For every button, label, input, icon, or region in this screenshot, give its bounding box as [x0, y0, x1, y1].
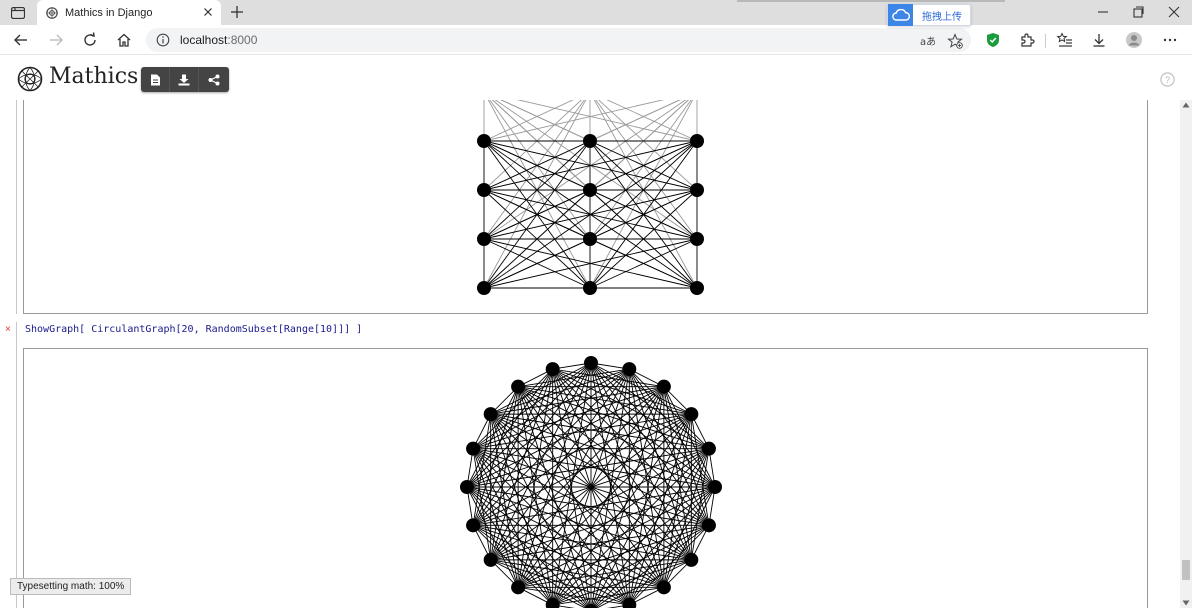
- tab-actions-icon[interactable]: [6, 3, 30, 23]
- tab-title: Mathics in Django: [65, 6, 153, 19]
- graph-vertex: [684, 552, 699, 567]
- graph-vertex: [583, 232, 597, 246]
- favorite-icon[interactable]: [947, 33, 963, 49]
- notebook-toolbar: [141, 67, 229, 92]
- toolbar-divider: [1045, 34, 1046, 48]
- graph-vertex: [708, 480, 722, 494]
- profile-icon[interactable]: [1125, 31, 1143, 49]
- url-text: localhost:8000: [180, 33, 258, 47]
- document-icon: [150, 74, 160, 85]
- graph-vertex: [690, 281, 704, 295]
- page-scrollbar[interactable]: [1180, 100, 1192, 608]
- graph-edge: [490, 413, 716, 488]
- share-button[interactable]: [199, 67, 228, 92]
- cloud-upload-label: 拖拽上传: [922, 11, 962, 23]
- download-icon: [178, 74, 190, 85]
- help-icon[interactable]: ?: [1160, 72, 1175, 87]
- cloud-upload-icon: [888, 4, 913, 26]
- graph-output-grid: [23, 100, 1148, 314]
- graph-vertex: [684, 407, 699, 422]
- minimize-icon[interactable]: [1094, 3, 1112, 21]
- graph-vertex: [460, 480, 474, 494]
- graph-vertex: [622, 362, 637, 377]
- graph-edge: [552, 368, 710, 526]
- circulant-edges: [466, 362, 716, 608]
- graph-vertex: [583, 134, 597, 148]
- cell-error-marker[interactable]: ×: [5, 324, 11, 335]
- extensions-icon[interactable]: [1018, 31, 1036, 49]
- graph-vertex: [690, 232, 704, 246]
- graph-vertex: [690, 134, 704, 148]
- cloud-upload-popup[interactable]: 拖拽上传: [887, 4, 971, 26]
- graph-vertex: [477, 183, 491, 197]
- maximize-icon[interactable]: [1129, 3, 1147, 21]
- mathics-favicon: [46, 6, 58, 19]
- graph-vertex: [477, 281, 491, 295]
- new-document-button[interactable]: [141, 67, 170, 92]
- graph-output-circulant: [23, 348, 1148, 608]
- plus-icon[interactable]: [228, 3, 246, 21]
- graph-vertex: [511, 580, 526, 595]
- download-icon[interactable]: [1090, 31, 1108, 49]
- cell-input[interactable]: ShowGraph[ CirculantGraph[20, RandomSubs…: [25, 324, 362, 335]
- graph-vertex: [584, 356, 598, 370]
- graph-vertex: [656, 580, 671, 595]
- collections-icon[interactable]: [1056, 31, 1074, 49]
- graph-vertex: [545, 362, 560, 377]
- home-icon[interactable]: [115, 31, 133, 49]
- grid-graph: [477, 100, 704, 295]
- shield-icon[interactable]: [984, 31, 1002, 49]
- graph-vertex: [466, 518, 481, 533]
- cell-bracket: [16, 100, 17, 314]
- browser-tab[interactable]: Mathics in Django: [37, 0, 221, 25]
- more-icon[interactable]: [1161, 31, 1179, 49]
- info-icon[interactable]: [156, 33, 170, 47]
- titlebar-accent: [737, 0, 1005, 2]
- graph-vertex: [583, 281, 597, 295]
- graph-vertex: [701, 441, 716, 456]
- graph-edge: [466, 448, 710, 488]
- circulant-graph: [460, 356, 722, 608]
- share-icon: [208, 74, 219, 85]
- download-button[interactable]: [170, 67, 199, 92]
- graph-vertex: [477, 232, 491, 246]
- tab-bar: Mathics in Django: [0, 0, 1192, 25]
- graph-vertex: [483, 407, 498, 422]
- read-aloud-icon[interactable]: aあ: [919, 33, 935, 49]
- svg-text:aあ: aあ: [920, 36, 935, 48]
- graph-vertex: [483, 552, 498, 567]
- graph-edge: [466, 413, 692, 488]
- typesetting-status: Typesetting math: 100%: [10, 578, 132, 595]
- graph-vertex: [701, 518, 716, 533]
- graph-edge: [472, 368, 630, 526]
- close-window-icon[interactable]: [1165, 3, 1183, 21]
- close-icon[interactable]: [201, 5, 215, 19]
- address-bar: localhost:8000 aあ 拖拽上传: [0, 4, 1192, 55]
- cell-bracket: [16, 322, 17, 608]
- mathics-logo-icon: [17, 66, 43, 92]
- graph-vertex: [511, 379, 526, 394]
- forward-icon[interactable]: [47, 31, 65, 49]
- scroll-down-icon[interactable]: [1182, 600, 1190, 606]
- graph-vertex: [656, 379, 671, 394]
- graph-edge: [472, 448, 716, 488]
- mathics-page: Mathics ? × ShowGraph[ CirculantGraph[20…: [0, 56, 1192, 608]
- url-field[interactable]: localhost:8000 aあ: [146, 28, 971, 52]
- refresh-icon[interactable]: [81, 31, 99, 49]
- graph-vertex: [466, 441, 481, 456]
- graph-vertex: [477, 134, 491, 148]
- graph-vertex: [583, 183, 597, 197]
- brand-title: Mathics: [49, 64, 139, 89]
- graph-vertex: [690, 183, 704, 197]
- scroll-up-icon[interactable]: [1182, 102, 1190, 108]
- svg-text:?: ?: [1165, 75, 1170, 85]
- back-icon[interactable]: [12, 31, 30, 49]
- scroll-thumb[interactable]: [1182, 560, 1190, 580]
